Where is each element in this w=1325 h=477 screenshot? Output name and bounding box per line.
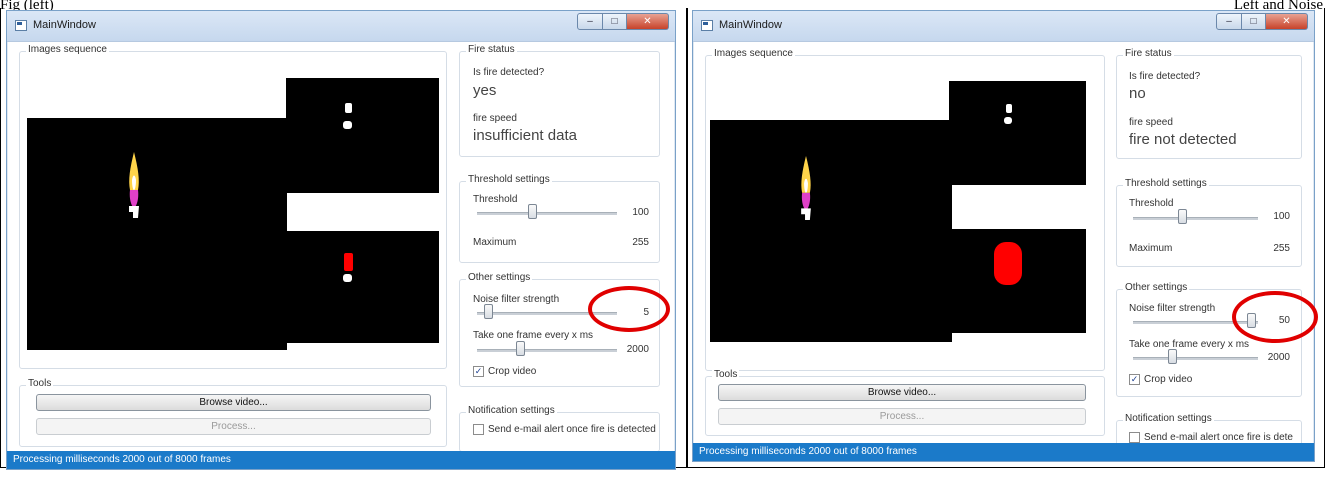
noise-filter-slider-thumb[interactable] <box>483 304 493 319</box>
tools-label: Tools <box>712 369 740 380</box>
fire-detected-question: Is fire detected? <box>473 67 545 78</box>
source-frame-image <box>710 120 952 342</box>
fire-region-marker <box>994 242 1022 285</box>
maximize-button[interactable]: □ <box>603 13 627 30</box>
threshold-value: 100 <box>632 207 649 218</box>
fire-detected-value: yes <box>473 82 497 99</box>
maximum-label: Maximum <box>473 237 517 248</box>
other-settings-label: Other settings <box>466 272 533 283</box>
frame-interval-slider-thumb[interactable] <box>1167 349 1177 364</box>
threshold-value: 100 <box>1273 211 1290 222</box>
email-alert-checkbox[interactable] <box>473 424 484 435</box>
crop-video-label: Crop video <box>488 366 537 377</box>
frame-interval-value: 2000 <box>1267 352 1290 363</box>
fire-speed-value: insufficient data <box>473 127 577 144</box>
threshold-slider[interactable] <box>1133 217 1258 220</box>
threshold-label: Threshold <box>473 194 518 205</box>
threshold-frame-image <box>286 78 439 193</box>
fire-region-marker <box>344 253 353 271</box>
fire-detected-question: Is fire detected? <box>1129 71 1201 82</box>
close-button[interactable]: ✕ <box>627 13 669 30</box>
detection-frame-image <box>949 229 1086 333</box>
mask-blob <box>343 121 352 129</box>
main-window-left: MainWindow – □ ✕ Images sequence Tools B… <box>6 10 676 470</box>
fire-speed-label: fire speed <box>473 113 517 124</box>
email-alert-label: Send e-mail alert once fire is dete <box>1144 432 1293 443</box>
main-window-right: MainWindow – □ ✕ Images sequence Tools B… <box>692 10 1315 462</box>
minimize-button[interactable]: – <box>577 13 603 30</box>
crop-video-checkbox[interactable]: ✓ <box>1129 374 1140 385</box>
status-bar: Processing milliseconds 2000 out of 8000… <box>7 451 675 469</box>
mask-blob <box>1006 104 1012 113</box>
fire-speed-label: fire speed <box>1129 117 1173 128</box>
frame-interval-slider[interactable] <box>477 349 617 352</box>
maximum-value: 255 <box>1273 243 1290 254</box>
close-button[interactable]: ✕ <box>1266 13 1308 30</box>
maximize-button[interactable]: □ <box>1242 13 1266 30</box>
mask-blob <box>343 274 352 282</box>
email-alert-checkbox[interactable] <box>1129 432 1140 443</box>
threshold-label: Threshold <box>1129 198 1174 209</box>
frame-interval-label: Take one frame every x ms <box>1129 339 1250 350</box>
frame-interval-label: Take one frame every x ms <box>473 330 594 341</box>
threshold-slider-thumb[interactable] <box>1178 209 1188 224</box>
process-button[interactable]: Process... <box>36 418 431 435</box>
other-settings-label: Other settings <box>1123 282 1190 293</box>
status-bar: Processing milliseconds 2000 out of 8000… <box>693 443 1314 461</box>
frame-interval-slider-thumb[interactable] <box>516 341 526 356</box>
fire-detected-value: no <box>1129 85 1146 102</box>
mask-blob <box>1004 117 1012 124</box>
frame-interval-value: 2000 <box>626 344 649 355</box>
flame-icon <box>129 152 139 218</box>
notification-settings-label: Notification settings <box>1123 413 1214 424</box>
source-frame-image <box>27 118 287 350</box>
threshold-settings-label: Threshold settings <box>1123 178 1209 189</box>
images-sequence-label: Images sequence <box>26 44 109 55</box>
app-icon <box>15 20 27 31</box>
maximum-label: Maximum <box>1129 243 1173 254</box>
app-icon <box>701 20 713 31</box>
maximum-value: 255 <box>632 237 649 248</box>
browse-video-button[interactable]: Browse video... <box>718 384 1086 401</box>
noise-filter-label: Noise filter strength <box>1129 303 1216 314</box>
threshold-slider-thumb[interactable] <box>528 204 538 219</box>
threshold-frame-image <box>949 81 1086 185</box>
fire-speed-value: fire not detected <box>1129 131 1237 148</box>
window-title: MainWindow <box>719 19 782 31</box>
minimize-button[interactable]: – <box>1216 13 1242 30</box>
threshold-slider[interactable] <box>477 212 617 215</box>
fire-status-label: Fire status <box>466 44 517 55</box>
email-alert-label: Send e-mail alert once fire is detected <box>488 424 656 435</box>
fire-status-label: Fire status <box>1123 48 1174 59</box>
crop-video-label: Crop video <box>1144 374 1193 385</box>
crop-video-checkbox[interactable]: ✓ <box>473 366 484 377</box>
title-bar: MainWindow – □ ✕ <box>7 11 675 42</box>
threshold-settings-label: Threshold settings <box>466 174 552 185</box>
frame-interval-slider[interactable] <box>1133 357 1258 360</box>
images-sequence-label: Images sequence <box>712 48 795 59</box>
process-button[interactable]: Process... <box>718 408 1086 425</box>
mask-blob <box>345 103 352 113</box>
flame-icon <box>801 155 811 221</box>
notification-settings-label: Notification settings <box>466 405 557 416</box>
window-title: MainWindow <box>33 19 96 31</box>
tools-label: Tools <box>26 378 54 389</box>
highlight-ring <box>1232 291 1318 343</box>
highlight-ring <box>588 286 670 332</box>
browse-video-button[interactable]: Browse video... <box>36 394 431 411</box>
title-bar: MainWindow – □ ✕ <box>693 11 1314 42</box>
detection-frame-image <box>286 231 439 343</box>
